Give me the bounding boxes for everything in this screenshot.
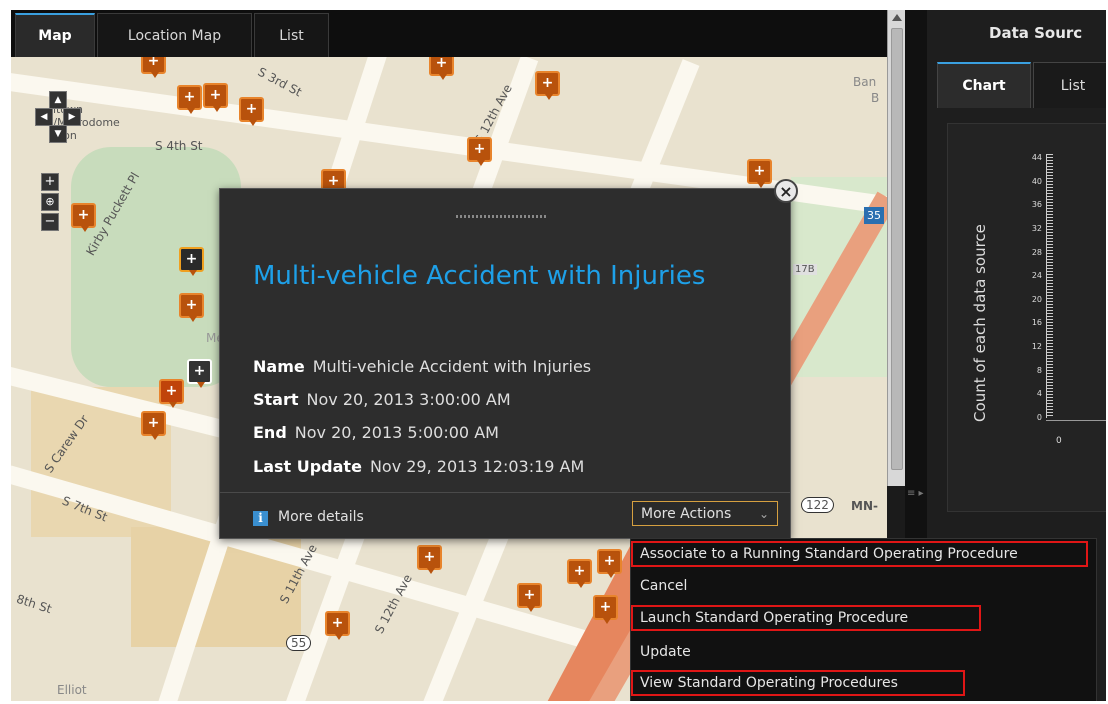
incident-marker-icon[interactable] [597, 549, 622, 578]
map-pin-icon[interactable] [179, 247, 204, 276]
incident-marker-icon[interactable] [517, 583, 542, 612]
field-label: Last Update [253, 457, 362, 476]
zoom-in-icon[interactable]: + [41, 173, 59, 191]
y-axis-label: Count of each data source [971, 224, 989, 422]
incident-marker-icon[interactable] [747, 159, 772, 188]
field-value: Nov 20, 2013 5:00:00 AM [294, 423, 499, 442]
splitter-handle-icon[interactable]: ≡ ▸ [907, 488, 924, 499]
field-value: Nov 29, 2013 12:03:19 AM [369, 457, 585, 476]
field-value: Nov 20, 2013 3:00:00 AM [306, 390, 511, 409]
selected-incident-icon[interactable] [187, 359, 212, 388]
y-tick-label: 20 [1031, 294, 1042, 304]
popup-drag-handle[interactable] [456, 215, 546, 218]
y-tick-label: 40 [1031, 176, 1042, 186]
scroll-up-icon[interactable] [892, 14, 902, 21]
field-last-update: Last Update Nov 29, 2013 12:03:19 AM [253, 457, 584, 476]
field-label: Name [253, 357, 305, 376]
incident-marker-icon[interactable] [593, 595, 618, 624]
x-tick-label: 0 [1056, 436, 1062, 446]
menu-item-launch-sop[interactable]: Launch Standard Operating Procedure [631, 605, 981, 631]
map-label: Elliot [57, 683, 87, 697]
incident-popup: × Multi-vehicle Accident with Injuries N… [219, 179, 798, 539]
tab-location-map[interactable]: Location Map [97, 13, 252, 57]
menu-item-cancel[interactable]: Cancel [631, 573, 687, 599]
field-label: End [253, 423, 287, 442]
y-tick-label: 36 [1031, 200, 1042, 210]
y-tick-label: 32 [1031, 223, 1042, 233]
pan-up-icon[interactable]: ▲ [49, 91, 67, 109]
menu-item-update[interactable]: Update [631, 639, 691, 665]
popup-divider [220, 492, 790, 493]
y-tick-label: 8 [1036, 365, 1042, 375]
map-label: B [871, 91, 880, 105]
pan-right-icon[interactable]: ▶ [63, 108, 81, 126]
zoom-out-icon[interactable]: − [41, 213, 59, 231]
field-label: Start [253, 390, 299, 409]
panel-title: Data Sourc [989, 24, 1083, 42]
application-window: Map Location Map List S 4th St Kirby Puc… [11, 10, 1106, 701]
incident-marker-icon[interactable] [71, 203, 96, 232]
more-details-link[interactable]: More details [278, 509, 364, 525]
more-actions-button[interactable]: More Actions ⌄ [632, 501, 778, 526]
highway-shield: 55 [286, 635, 312, 651]
incident-marker-icon[interactable] [177, 85, 202, 114]
field-name: Name Multi-vehicle Accident with Injuries [253, 357, 591, 376]
map-scrollbar[interactable] [887, 10, 905, 486]
incident-marker-icon[interactable] [239, 97, 264, 126]
pan-down-icon[interactable]: ▼ [49, 125, 67, 143]
map-tab-bar: Map Location Map List [11, 10, 887, 57]
menu-item-view-sops[interactable]: View Standard Operating Procedures [631, 670, 965, 696]
incident-marker-icon[interactable] [429, 57, 454, 80]
tab-list[interactable]: List [254, 13, 329, 57]
close-icon[interactable]: × [774, 179, 798, 203]
scrollbar-thumb[interactable] [891, 28, 903, 470]
incident-marker-icon[interactable] [179, 293, 204, 322]
incident-marker-icon[interactable] [535, 71, 560, 100]
field-start: Start Nov 20, 2013 3:00:00 AM [253, 390, 511, 409]
map-label: MN- [851, 499, 878, 513]
interstate-shield: 35 [864, 207, 884, 224]
y-tick-label: 12 [1031, 342, 1042, 352]
y-tick-label: 0 [1036, 413, 1042, 422]
y-tick-label: 4 [1036, 389, 1042, 399]
field-value: Multi-vehicle Accident with Injuries [312, 357, 592, 376]
pan-left-icon[interactable]: ◀ [35, 108, 53, 126]
more-actions-label: More Actions [641, 506, 732, 522]
field-end: End Nov 20, 2013 5:00:00 AM [253, 423, 499, 442]
chevron-down-icon: ⌄ [758, 507, 769, 521]
chart-area: Count of each data source 0 4 8 12 16 20 24 28 3… [947, 123, 1106, 512]
y-tick-label: 24 [1031, 271, 1042, 281]
tab-map[interactable]: Map [15, 13, 95, 57]
y-tick-label: 44 [1031, 153, 1042, 162]
incident-marker-icon[interactable] [141, 411, 166, 440]
map-label: S 4th St [155, 139, 203, 153]
highway-shield: 122 [801, 497, 834, 513]
popup-title: Multi-vehicle Accident with Injuries [253, 261, 706, 291]
timer-incident-icon[interactable] [159, 379, 184, 408]
y-axis-ruler [1046, 154, 1053, 418]
incident-marker-icon[interactable] [467, 137, 492, 166]
y-tick-label: 28 [1031, 247, 1042, 257]
globe-icon[interactable]: ⊕ [41, 193, 59, 211]
pan-control[interactable]: ▲ ◀ ▶ ▼ [35, 91, 81, 143]
more-actions-menu: Associate to a Running Standard Operatin… [630, 538, 1097, 701]
incident-marker-icon[interactable] [567, 559, 592, 588]
info-icon[interactable]: i [253, 511, 268, 526]
incident-marker-icon[interactable] [141, 57, 166, 78]
incident-marker-icon[interactable] [417, 545, 442, 574]
menu-item-associate-sop[interactable]: Associate to a Running Standard Operatin… [631, 541, 1088, 567]
incident-marker-icon[interactable] [325, 611, 350, 640]
tab-list[interactable]: List [1033, 62, 1106, 108]
x-axis-line [1046, 420, 1106, 421]
incident-marker-icon[interactable] [203, 83, 228, 112]
map-label: Ban [853, 75, 877, 89]
y-tick-label: 16 [1031, 318, 1042, 328]
map-label: 17B [793, 264, 817, 275]
tab-chart[interactable]: Chart [937, 62, 1031, 108]
